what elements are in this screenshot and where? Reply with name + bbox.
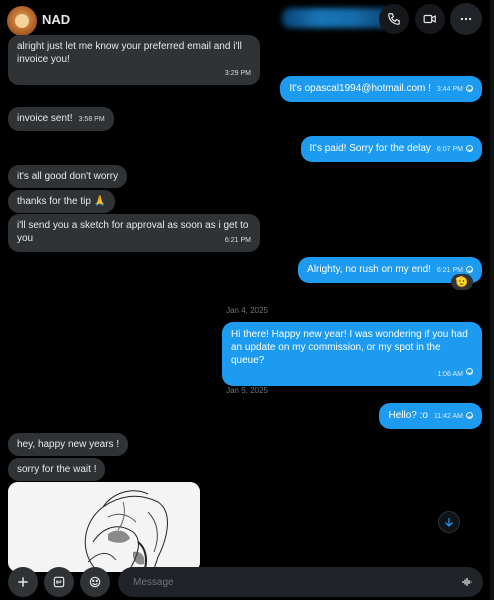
message-input-wrapper [118, 567, 483, 597]
contact-avatar[interactable] [7, 6, 37, 36]
arrow-down-icon [445, 518, 453, 527]
sent-check-icon [466, 412, 473, 419]
plus-icon [18, 577, 28, 587]
blurred-banner [282, 8, 392, 28]
message-incoming[interactable]: sorry for the wait ! [8, 458, 106, 481]
message-time: 1:06 AM [437, 371, 463, 378]
sent-check-icon [466, 368, 473, 375]
message-text: Hello? :o [388, 410, 428, 421]
message-incoming[interactable]: invoice sent! 3:58 PM [8, 107, 114, 131]
message-outgoing[interactable]: Hello? :o 11:42 AM [379, 403, 482, 429]
message-incoming[interactable]: thanks for the tip 🙏 [8, 190, 116, 213]
message-time: 3:58 PM [78, 116, 105, 123]
sent-check-icon [466, 85, 473, 92]
sent-check-icon [466, 145, 473, 152]
sent-check-icon [466, 266, 473, 273]
message-text: Alrighty, no rush on my end! [307, 264, 431, 275]
conversation-header: NAD [0, 0, 494, 38]
message-time: 6:21 PM [436, 267, 463, 274]
message-text: thanks for the tip 🙏 [17, 196, 107, 207]
message-time: 3:29 PM [224, 70, 251, 77]
contact-name[interactable]: NAD [42, 12, 70, 27]
gif-icon [53, 576, 65, 588]
voice-icon[interactable] [461, 576, 473, 588]
scrollbar[interactable] [490, 0, 494, 600]
message-text: sorry for the wait ! [17, 464, 97, 475]
message-input[interactable] [133, 576, 433, 588]
scroll-to-bottom-button[interactable] [438, 511, 460, 533]
message-incoming[interactable]: alright just let me know your preferred … [8, 35, 260, 85]
message-incoming[interactable]: i'll send you a sketch for approval as s… [8, 214, 260, 252]
video-call-button[interactable] [415, 4, 445, 34]
message-text: hey, happy new years ! [17, 439, 120, 450]
message-incoming[interactable]: hey, happy new years ! [8, 433, 129, 456]
message-text: alright just let me know your preferred … [17, 41, 242, 65]
phone-icon [388, 13, 400, 25]
gif-button[interactable] [44, 567, 74, 597]
image-attachment[interactable] [8, 482, 200, 572]
message-reaction[interactable]: 🫡 [451, 274, 473, 290]
message-outgoing[interactable]: It's paid! Sorry for the delay 6:07 PM [300, 136, 482, 162]
message-time: 11:42 AM [433, 413, 463, 420]
add-attachment-button[interactable] [8, 567, 38, 597]
more-options-button[interactable] [450, 3, 482, 35]
message-text: It's paid! Sorry for the delay [309, 143, 431, 154]
date-separator: Jan 5, 2025 [226, 386, 268, 395]
message-text: it's all good don't worry [17, 171, 119, 182]
emoji-button[interactable] [80, 567, 110, 597]
call-button[interactable] [379, 4, 409, 34]
message-incoming[interactable]: it's all good don't worry [8, 165, 128, 188]
message-time: 6:21 PM [224, 237, 251, 244]
message-time: 3:44 PM [436, 86, 463, 93]
more-icon [460, 17, 472, 21]
sketch-image [8, 482, 200, 572]
emoji-icon [89, 576, 101, 588]
message-outgoing[interactable]: It's opascal1994@hotmail.com ! 3:44 PM [280, 76, 482, 102]
message-text: invoice sent! [17, 113, 73, 124]
date-separator: Jan 4, 2025 [226, 306, 268, 315]
message-time: 6:07 PM [436, 146, 463, 153]
message-composer [8, 567, 483, 597]
video-icon [423, 14, 436, 24]
message-outgoing[interactable]: Hi there! Happy new year! I was wonderin… [222, 322, 482, 386]
message-text: Hi there! Happy new year! I was wonderin… [231, 329, 468, 366]
message-text: It's opascal1994@hotmail.com ! [289, 83, 431, 94]
